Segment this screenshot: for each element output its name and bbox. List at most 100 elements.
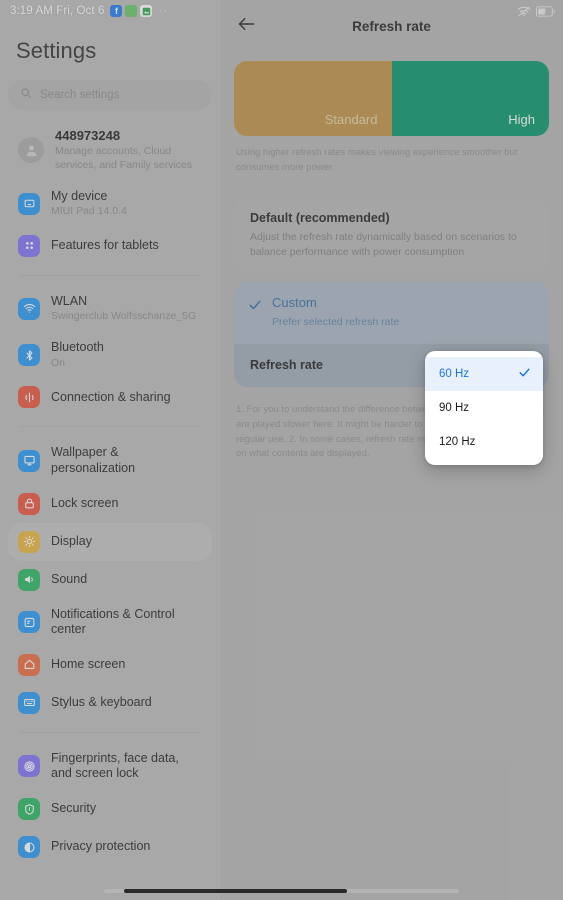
app-icon-green xyxy=(125,5,138,17)
search-input[interactable]: Search settings xyxy=(8,80,212,110)
sidebar-item-text: Wallpaper & personalization xyxy=(51,445,202,476)
banner-high-half[interactable]: High xyxy=(391,61,549,136)
gesture-navigation-bar[interactable] xyxy=(0,889,563,893)
sidebar-item-text: Sound xyxy=(51,572,87,588)
sidebar-item-text: Home screen xyxy=(51,657,125,673)
sidebar-item-sublabel: MIUI Pad 14.0.4 xyxy=(51,205,127,218)
sidebar-item-text: Privacy protection xyxy=(51,839,150,855)
wallpaper-icon xyxy=(18,449,40,472)
tablet-icon xyxy=(18,192,40,215)
sidebar-item-label: Home screen xyxy=(51,657,126,672)
connection-share-icon xyxy=(18,386,40,409)
sidebar-item-text: Lock screen xyxy=(51,496,118,512)
search-placeholder: Search settings xyxy=(40,89,120,101)
sidebar-item-features-for-tablets[interactable]: Features for tablets xyxy=(8,227,212,265)
sidebar-item-privacy-protection[interactable]: Privacy protection xyxy=(8,828,212,866)
home-icon xyxy=(18,653,40,676)
sidebar-item-text: Connection & sharing xyxy=(51,390,171,406)
bluetooth-icon xyxy=(18,344,40,367)
dropdown-item-60-hz[interactable]: 60 Hz xyxy=(425,357,543,391)
sidebar-item-sound[interactable]: Sound xyxy=(8,561,212,599)
sidebar-item-label: My device xyxy=(51,188,108,203)
dropdown-item-90-hz[interactable]: 90 Hz xyxy=(425,391,543,425)
sidebar-item-stylus-and-keyboard[interactable]: Stylus & keyboard xyxy=(8,684,212,722)
sidebar-item-bluetooth[interactable]: Bluetooth On xyxy=(8,332,212,378)
sidebar-item-wallpaper-and-personalization[interactable]: Wallpaper & personalization xyxy=(8,437,212,484)
sidebar-item-fingerprints-face-data-and-screen-lock[interactable]: Fingerprints, face data, and screen lock xyxy=(8,743,212,790)
refresh-rate-demo-banner[interactable]: Standard High xyxy=(234,61,549,136)
sidebar-divider xyxy=(20,731,200,733)
sidebar-item-text: WLAN Swingerclub Wolfsschanze_5G xyxy=(51,294,196,324)
photos-icon xyxy=(140,5,153,17)
option-default-recommended[interactable]: Default (recommended) Adjust the refresh… xyxy=(234,197,549,275)
option-custom[interactable]: Custom Prefer selected refresh rate xyxy=(234,282,549,345)
wifi-off-icon xyxy=(517,6,531,17)
sidebar-item-label: Fingerprints, face data, and screen lock xyxy=(51,750,179,781)
sidebar-nav: 448973248 Manage accounts, Cloud services… xyxy=(8,120,212,886)
sidebar-item-text: Display xyxy=(51,534,92,550)
sidebar-divider xyxy=(20,426,200,428)
notification-icon xyxy=(18,611,40,634)
sidebar-item-my-device[interactable]: My device MIUI Pad 14.0.4 xyxy=(8,181,212,227)
status-app-icons: f ·· xyxy=(110,5,167,17)
sidebar-item-label: Stylus & keyboard xyxy=(51,695,152,710)
sidebar-item-sublabel: Swingerclub Wolfsschanze_5G xyxy=(51,310,197,323)
grid-dots-icon xyxy=(18,234,40,257)
sidebar-item-text: My device MIUI Pad 14.0.4 xyxy=(51,189,127,219)
keyboard-icon xyxy=(18,691,40,714)
sidebar-item-label: Sound xyxy=(51,571,88,586)
facebook-icon: f xyxy=(110,5,123,17)
banner-note: Using higher refresh rates makes viewing… xyxy=(236,147,518,173)
sidebar-item-lock-screen[interactable]: Lock screen xyxy=(8,485,212,523)
refresh-rate-dropdown[interactable]: 60 Hz 90 Hz 120 Hz xyxy=(425,351,543,465)
overflow-dots-icon: ·· xyxy=(158,5,168,17)
sidebar-item-text: Bluetooth On xyxy=(51,340,104,370)
option-custom-desc: Prefer selected refresh rate xyxy=(272,316,400,329)
dropdown-item-label: 60 Hz xyxy=(439,368,470,380)
sidebar-item-label: Privacy protection xyxy=(51,839,151,854)
sidebar-item-security[interactable]: Security xyxy=(8,790,212,828)
sidebar-item-label: Connection & sharing xyxy=(51,389,171,404)
check-icon xyxy=(518,366,531,382)
sidebar-item-label: Display xyxy=(51,533,92,548)
status-time: 3:19 AM Fri, Oct 6 xyxy=(10,5,105,17)
banner-standard-label: Standard xyxy=(324,112,378,127)
brightness-sun-icon xyxy=(18,530,40,553)
speaker-icon xyxy=(18,568,40,591)
search-icon xyxy=(20,86,32,104)
user-avatar-icon xyxy=(18,137,44,164)
banner-standard-half[interactable]: Standard xyxy=(234,61,392,136)
sidebar-divider xyxy=(20,274,200,276)
fingerprint-icon xyxy=(18,755,40,778)
sidebar-item-label: Notifications & Control center xyxy=(51,606,175,637)
sidebar-item-text: 448973248 Manage accounts, Cloud services… xyxy=(55,128,202,173)
sidebar-item-text: Fingerprints, face data, and screen lock xyxy=(51,751,202,782)
sidebar-item-connection-and-sharing[interactable]: Connection & sharing xyxy=(8,378,212,416)
option-default-desc: Adjust the refresh rate dynamically base… xyxy=(250,230,517,258)
sidebar-item-label: Features for tablets xyxy=(51,237,159,252)
option-custom-title: Custom xyxy=(272,295,317,311)
battery-icon xyxy=(536,5,555,17)
sidebar-item-label: Bluetooth xyxy=(51,340,104,355)
sidebar-item-sublabel: Manage accounts, Cloud services, and Fam… xyxy=(55,145,193,171)
lock-icon xyxy=(18,492,40,515)
gesture-track xyxy=(104,889,459,893)
status-bar: 3:19 AM Fri, Oct 6 f ·· xyxy=(0,0,563,22)
sidebar-item-sublabel: On xyxy=(51,356,66,369)
sidebar-item-display[interactable]: Display xyxy=(8,522,212,561)
gesture-handle[interactable] xyxy=(124,889,347,893)
sidebar-item-label: Security xyxy=(51,801,97,816)
shield-icon xyxy=(18,798,40,821)
sidebar-item-label: Wallpaper & personalization xyxy=(51,445,136,475)
banner-high-label: High xyxy=(508,112,535,127)
settings-sidebar: Settings Search settings 448973248 Manage… xyxy=(0,0,220,900)
sidebar-item-label: Lock screen xyxy=(51,495,119,510)
sidebar-item-account[interactable]: 448973248 Manage accounts, Cloud services… xyxy=(8,120,212,181)
sidebar-item-text: Stylus & keyboard xyxy=(51,695,152,711)
sidebar-item-home-screen[interactable]: Home screen xyxy=(8,646,212,684)
option-default-title: Default (recommended) xyxy=(250,211,390,226)
check-icon xyxy=(248,298,262,317)
dropdown-item-120-hz[interactable]: 120 Hz xyxy=(425,425,543,459)
sidebar-item-wlan[interactable]: WLAN Swingerclub Wolfsschanze_5G xyxy=(8,286,212,332)
sidebar-item-notifications-and-control-center[interactable]: Notifications & Control center xyxy=(8,599,212,646)
